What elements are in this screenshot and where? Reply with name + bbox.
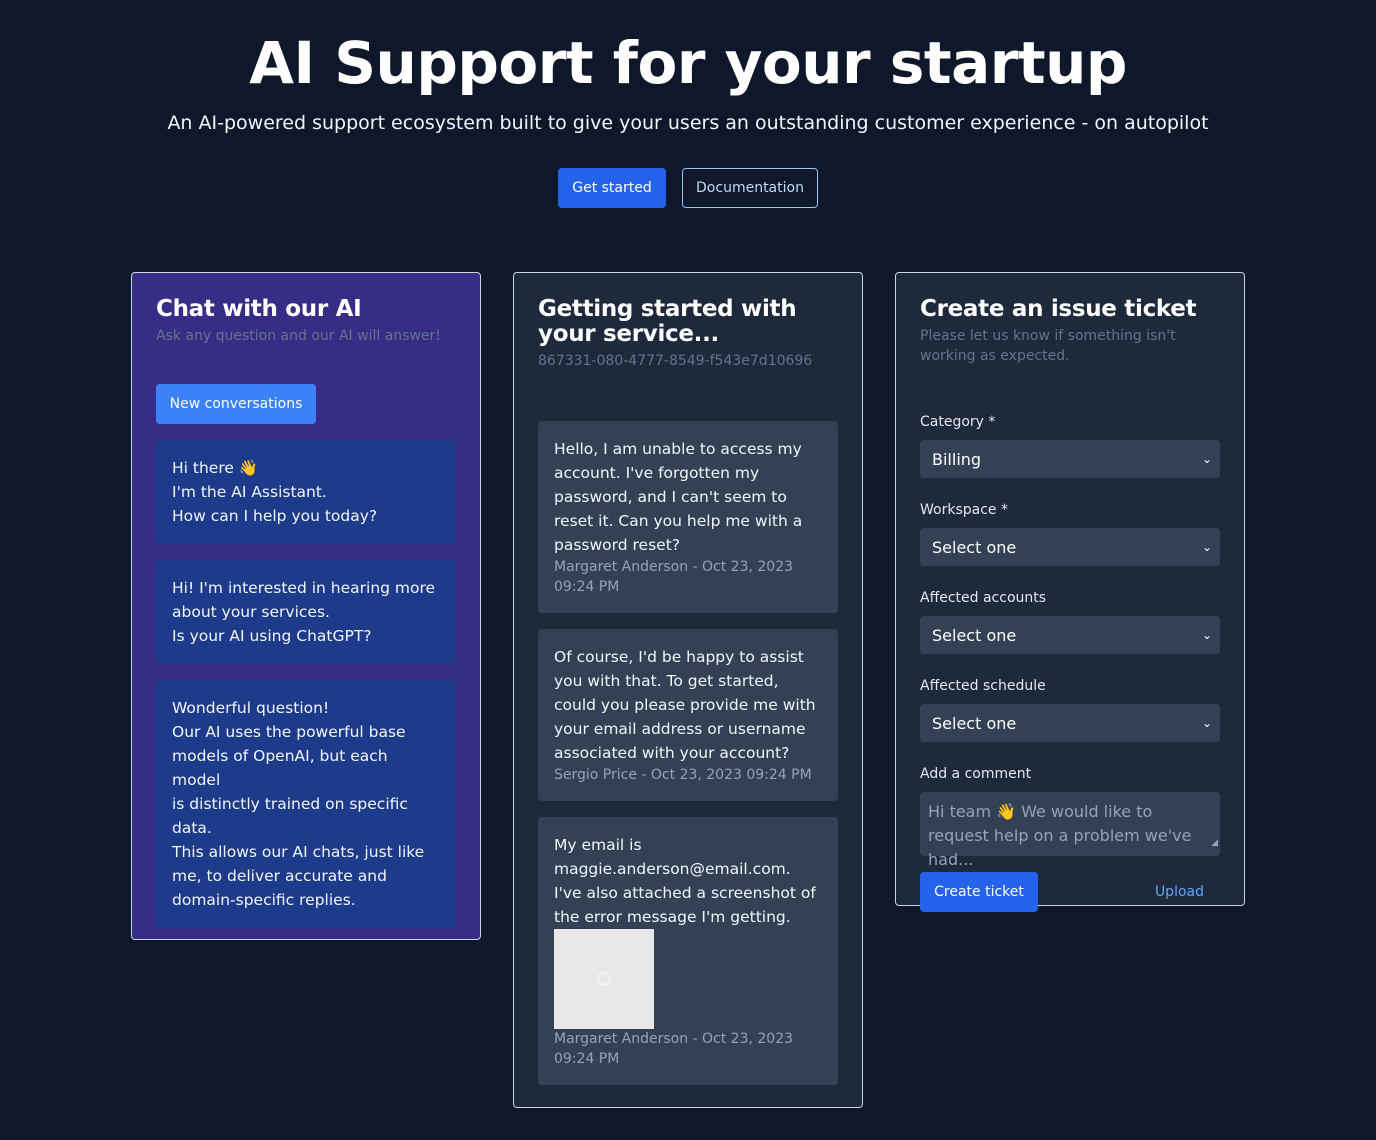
conversation-title: Getting started with your service... bbox=[538, 296, 797, 347]
conversation-message: My email is maggie.anderson@email.com. I… bbox=[538, 817, 838, 1085]
chevron-down-icon: ⌄ bbox=[1201, 628, 1212, 642]
new-conversation-button[interactable]: New conversations bbox=[156, 384, 316, 424]
get-started-button[interactable]: Get started bbox=[558, 168, 666, 208]
resize-handle-icon[interactable]: ◢ bbox=[1211, 831, 1218, 855]
affected-accounts-select[interactable]: Select one ⌄ bbox=[920, 616, 1220, 654]
chat-title: Chat with our AI bbox=[156, 296, 362, 322]
conversation-id: 867331-080-4777-8549-f543e7d10696 bbox=[538, 353, 813, 369]
conversation-message: Hello, I am unable to access my account.… bbox=[538, 421, 838, 613]
workspace-label: Workspace * bbox=[920, 502, 1008, 518]
category-select[interactable]: Billing ⌄ bbox=[920, 440, 1220, 478]
comment-textarea[interactable]: Hi team 👋 We would like to request help … bbox=[920, 792, 1220, 869]
ticket-card: Create an issue ticket Please let us kno… bbox=[895, 272, 1245, 912]
chevron-down-icon: ⌄ bbox=[1201, 716, 1212, 730]
create-ticket-button[interactable]: Create ticket bbox=[920, 872, 1038, 912]
ticket-subtitle: Please let us know if something isn't wo… bbox=[920, 328, 1176, 364]
attachment-image[interactable] bbox=[554, 929, 654, 1029]
documentation-button[interactable]: Documentation bbox=[682, 168, 818, 208]
conversation-message: Of course, I'd be happy to assist you wi… bbox=[538, 629, 838, 801]
message-meta: Margaret Anderson - Oct 23, 2023 09:24 P… bbox=[554, 1031, 794, 1067]
chevron-down-icon: ⌄ bbox=[1201, 452, 1212, 466]
chevron-down-icon: ⌄ bbox=[1201, 540, 1212, 554]
chat-subtitle: Ask any question and our AI will answer! bbox=[156, 328, 441, 344]
comment-label: Add a comment bbox=[920, 766, 1032, 782]
ticket-actions: Create ticket Upload bbox=[920, 872, 1220, 912]
workspace-select[interactable]: Select one ⌄ bbox=[920, 528, 1220, 566]
image-placeholder-icon bbox=[597, 972, 611, 986]
chat-message: Wonderful question! Our AI uses the powe… bbox=[156, 680, 456, 928]
chat-card: Chat with our AI Ask any question and ou… bbox=[131, 272, 481, 940]
category-label: Category * bbox=[920, 414, 996, 430]
affected-accounts-label: Affected accounts bbox=[920, 590, 1047, 606]
conversation-messages: Hello, I am unable to access my account.… bbox=[538, 421, 838, 1085]
message-meta: Sergio Price - Oct 23, 2023 09:24 PM bbox=[554, 767, 812, 783]
chat-message: Hi! I'm interested in hearing more about… bbox=[156, 560, 456, 664]
conversation-card: Getting started with your service... 867… bbox=[513, 272, 863, 1108]
upload-link[interactable]: Upload bbox=[1155, 884, 1204, 900]
affected-schedule-label: Affected schedule bbox=[920, 678, 1046, 694]
message-meta: Margaret Anderson - Oct 23, 2023 09:24 P… bbox=[554, 559, 794, 595]
chat-message: Hi there 👋 I'm the AI Assistant. How can… bbox=[156, 440, 456, 544]
page-subtitle: An AI-powered support ecosystem built to… bbox=[167, 112, 1209, 134]
ticket-title: Create an issue ticket bbox=[920, 296, 1197, 322]
chat-messages: Hi there 👋 I'm the AI Assistant. How can… bbox=[156, 440, 456, 928]
page-title: AI Support for your startup bbox=[249, 29, 1127, 97]
ticket-form: Category * Billing ⌄ Workspace * Select … bbox=[920, 412, 1220, 912]
comment-placeholder: Hi team 👋 We would like to request help … bbox=[928, 802, 1192, 869]
affected-schedule-select[interactable]: Select one ⌄ bbox=[920, 704, 1220, 742]
